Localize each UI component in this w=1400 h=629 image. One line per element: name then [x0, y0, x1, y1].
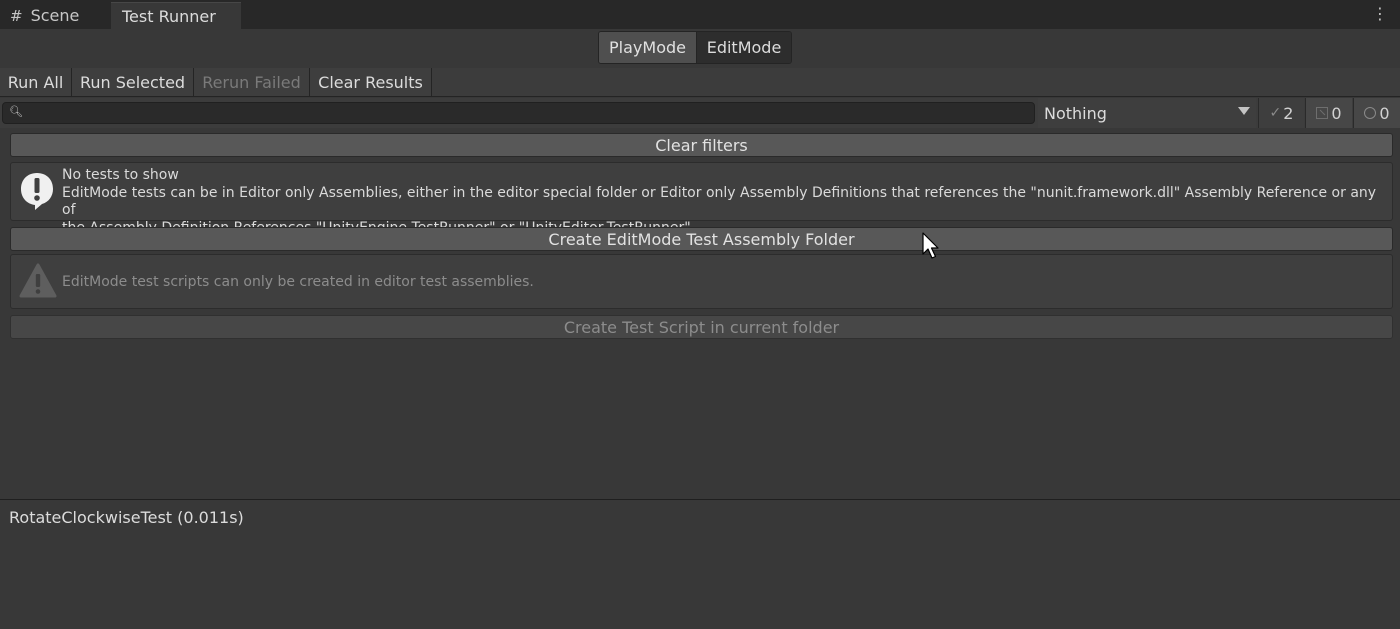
clear-filters-button[interactable]: Clear filters — [10, 133, 1393, 157]
skipped-count: 0 — [1379, 103, 1390, 123]
tab-scene[interactable]: # Scene — [0, 2, 108, 29]
clear-results-button[interactable]: Clear Results — [310, 68, 432, 96]
create-test-assembly-folder-button[interactable]: Create EditMode Test Assembly Folder — [10, 227, 1393, 251]
rerun-failed-button[interactable]: Rerun Failed — [194, 68, 310, 96]
mouse-pointer-icon — [922, 232, 939, 259]
skipped-filter-toggle[interactable]: 0 — [1353, 98, 1400, 128]
playmode-button[interactable]: PlayMode — [599, 32, 696, 63]
passed-filter-toggle[interactable]: ✓ 2 — [1258, 98, 1304, 128]
failed-filter-toggle[interactable]: 0 — [1305, 98, 1352, 128]
info-body-line-1: EditMode tests can be in Editor only Ass… — [62, 184, 1377, 219]
warning-help-box: EditMode test scripts can only be create… — [10, 254, 1393, 309]
failed-count: 0 — [1331, 103, 1342, 123]
checkmark-icon: ✓ — [1269, 105, 1282, 121]
info-speech-bubble-icon — [21, 173, 53, 210]
warning-triangle-icon — [19, 263, 57, 298]
run-all-button[interactable]: Run All — [0, 68, 72, 96]
category-dropdown[interactable]: Nothing — [1038, 98, 1256, 128]
search-input[interactable] — [25, 104, 1025, 122]
test-details-pane: RotateClockwiseTest (0.011s) — [0, 500, 1400, 629]
tab-scene-label: Scene — [30, 6, 80, 25]
tab-test-runner[interactable]: Test Runner — [111, 2, 241, 29]
filter-bar: 🔍︎ Nothing ✓ 2 0 0 — [0, 98, 1400, 128]
category-dropdown-value: Nothing — [1044, 103, 1107, 123]
editmode-button[interactable]: EditMode — [696, 32, 791, 63]
test-runner-toolbar: Run All Run Selected Rerun Failed Clear … — [0, 68, 1400, 97]
tab-test-runner-label: Test Runner — [122, 6, 216, 26]
failed-icon — [1316, 107, 1329, 119]
grid-hash-icon: # — [10, 6, 23, 25]
editor-tab-bar: # Scene Test Runner ⋮ — [0, 0, 1400, 29]
mode-toggle: PlayMode EditMode — [598, 31, 792, 64]
info-help-box: No tests to show EditMode tests can be i… — [10, 162, 1393, 236]
caret-down-icon — [1238, 107, 1250, 115]
test-result-line: RotateClockwiseTest (0.011s) — [9, 508, 244, 527]
magnifier-icon: 🔍︎ — [9, 105, 23, 118]
create-test-script-button[interactable]: Create Test Script in current folder — [10, 315, 1393, 339]
search-field[interactable]: 🔍︎ — [2, 102, 1035, 124]
kebab-menu-icon[interactable]: ⋮ — [1372, 4, 1388, 23]
passed-count: 2 — [1283, 103, 1294, 123]
run-selected-button[interactable]: Run Selected — [72, 68, 194, 96]
warning-text: EditMode test scripts can only be create… — [62, 274, 534, 290]
skipped-icon — [1364, 107, 1377, 119]
info-title: No tests to show — [62, 167, 179, 183]
